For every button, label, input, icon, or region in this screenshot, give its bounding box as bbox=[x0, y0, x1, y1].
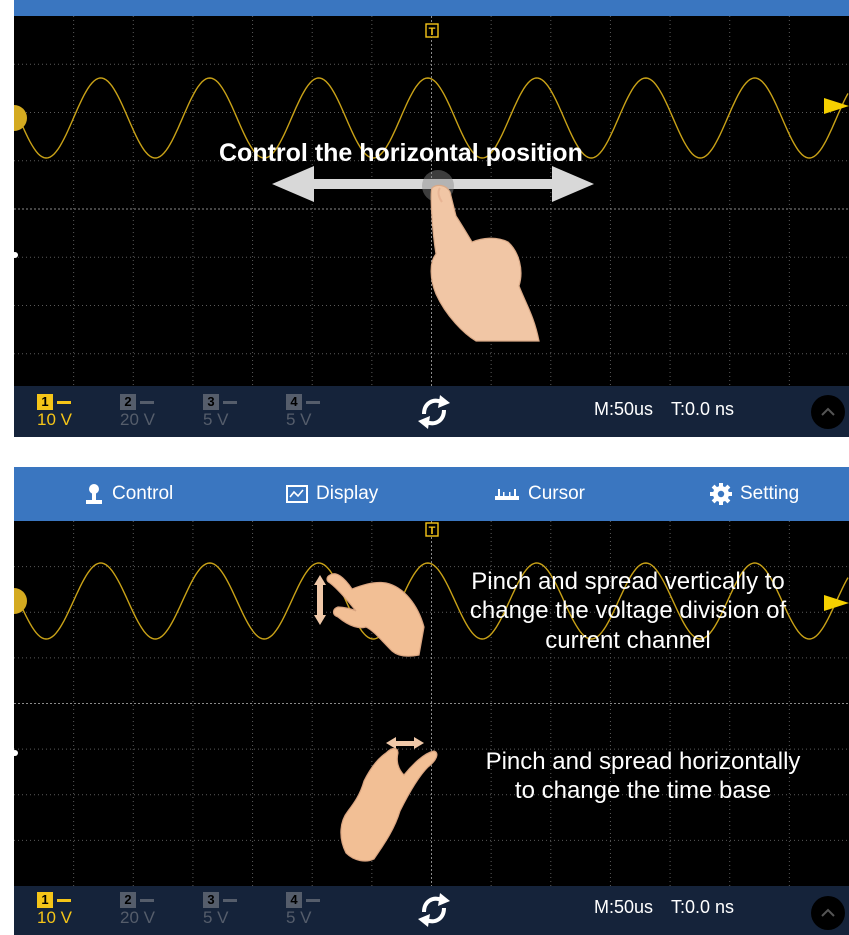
oscilloscope-panel-horizontal: T Control the horizontal position 1 10 V… bbox=[14, 0, 849, 437]
bottom-status-bar: 1 10 V 2 20 V 3 5 V 4 5 V M:50us T:0.0 n… bbox=[14, 386, 849, 437]
annotation-line: to change the time base bbox=[514, 777, 772, 805]
control-person-icon bbox=[86, 484, 102, 504]
channel-line bbox=[223, 899, 237, 902]
annotation-line: Pinch and spread horizontally bbox=[485, 748, 801, 775]
menu-setting-label: Setting bbox=[740, 483, 800, 504]
svg-text:T: T bbox=[429, 26, 436, 38]
channel-number: 3 bbox=[203, 892, 219, 908]
channel-line bbox=[57, 899, 71, 902]
channel-volt: 10 V bbox=[37, 410, 72, 429]
menu-cursor[interactable]: Cursor bbox=[494, 467, 585, 521]
channel-line bbox=[57, 401, 71, 404]
menu-control-label: Control bbox=[112, 483, 174, 504]
menu-display-label: Display bbox=[316, 483, 379, 504]
svg-text:T: T bbox=[429, 525, 436, 537]
channel-number: 1 bbox=[37, 892, 53, 908]
channel-number: 3 bbox=[203, 394, 219, 410]
annotation-line: current channel bbox=[545, 626, 711, 654]
trigger-level-arrow-icon[interactable] bbox=[824, 98, 849, 114]
channel-marker-icon[interactable] bbox=[14, 588, 27, 614]
channel-2-control[interactable]: 2 20 V bbox=[120, 886, 190, 934]
channel-line bbox=[140, 401, 154, 404]
menu-setting[interactable]: Setting bbox=[710, 467, 799, 521]
channel-volt: 10 V bbox=[37, 908, 72, 927]
refresh-icon[interactable] bbox=[416, 392, 452, 432]
channel-line bbox=[306, 899, 320, 902]
channel-1-control[interactable]: 1 10 V bbox=[37, 886, 107, 934]
trigger-time-readout: T:0.0 ns bbox=[671, 897, 735, 917]
channel-volt: 20 V bbox=[120, 410, 155, 429]
channel-4-control[interactable]: 4 5 V bbox=[286, 388, 356, 436]
channel-volt: 5 V bbox=[286, 908, 312, 927]
refresh-icon[interactable] bbox=[416, 890, 452, 930]
annotation-time-base: Pinch and spread horizontally to change … bbox=[438, 747, 848, 806]
hand-drag-icon bbox=[422, 170, 540, 342]
cursor-ruler-icon bbox=[495, 489, 519, 500]
channel-volt: 5 V bbox=[203, 410, 229, 429]
menu-control[interactable]: Control bbox=[84, 467, 173, 521]
timebase-readout: M:50us bbox=[594, 399, 654, 419]
channel-2-control[interactable]: 2 20 V bbox=[120, 388, 190, 436]
trigger-time-readout: T:0.0 ns bbox=[671, 399, 735, 419]
hand-pinch-horizontal-icon bbox=[340, 737, 438, 862]
channel-volt: 20 V bbox=[120, 908, 155, 927]
channel-1-control[interactable]: 1 10 V bbox=[37, 388, 107, 436]
timebase-readout: M:50us bbox=[594, 897, 654, 917]
annotation-line: change the voltage division of bbox=[469, 597, 787, 625]
channel-volt: 5 V bbox=[286, 410, 312, 429]
channel-marker-icon[interactable] bbox=[14, 105, 27, 131]
channel-number: 2 bbox=[120, 892, 136, 908]
channel-number: 4 bbox=[286, 394, 302, 410]
left-dot bbox=[14, 252, 18, 258]
menu-cursor-label: Cursor bbox=[528, 483, 586, 504]
display-waveform-icon bbox=[286, 485, 308, 503]
channel-3-control[interactable]: 3 5 V bbox=[203, 388, 273, 436]
setting-gear-icon bbox=[710, 483, 732, 505]
channel-4-control[interactable]: 4 5 V bbox=[286, 886, 356, 934]
channel-number: 1 bbox=[37, 394, 53, 410]
menu-display[interactable]: Display bbox=[286, 467, 378, 521]
channel-line bbox=[306, 401, 320, 404]
trigger-t-icon[interactable]: T bbox=[425, 23, 439, 38]
left-dot bbox=[14, 750, 18, 756]
annotation-line: Pinch and spread vertically to bbox=[471, 568, 785, 595]
waveform-screen[interactable]: T bbox=[14, 16, 849, 402]
menu-bar-cropped bbox=[14, 0, 849, 16]
annotation-horizontal: Control the horizontal position bbox=[219, 139, 583, 167]
annotation-voltage-division: Pinch and spread vertically to change th… bbox=[418, 567, 838, 655]
trigger-t-icon[interactable]: T bbox=[425, 522, 439, 537]
oscilloscope-panel-pinch: Control Display Cursor Setting T Pinch a… bbox=[14, 467, 849, 935]
channel-volt: 5 V bbox=[203, 908, 229, 927]
bottom-status-bar: 1 10 V 2 20 V 3 5 V 4 5 V M:50us T:0.0 n… bbox=[14, 886, 849, 935]
channel-number: 4 bbox=[286, 892, 302, 908]
channel-line bbox=[223, 401, 237, 404]
expand-up-icon[interactable] bbox=[811, 395, 845, 429]
channel-number: 2 bbox=[120, 394, 136, 410]
expand-up-icon[interactable] bbox=[811, 896, 845, 930]
menu-bar: Control Display Cursor Setting bbox=[14, 467, 849, 521]
channel-3-control[interactable]: 3 5 V bbox=[203, 886, 273, 934]
channel-line bbox=[140, 899, 154, 902]
